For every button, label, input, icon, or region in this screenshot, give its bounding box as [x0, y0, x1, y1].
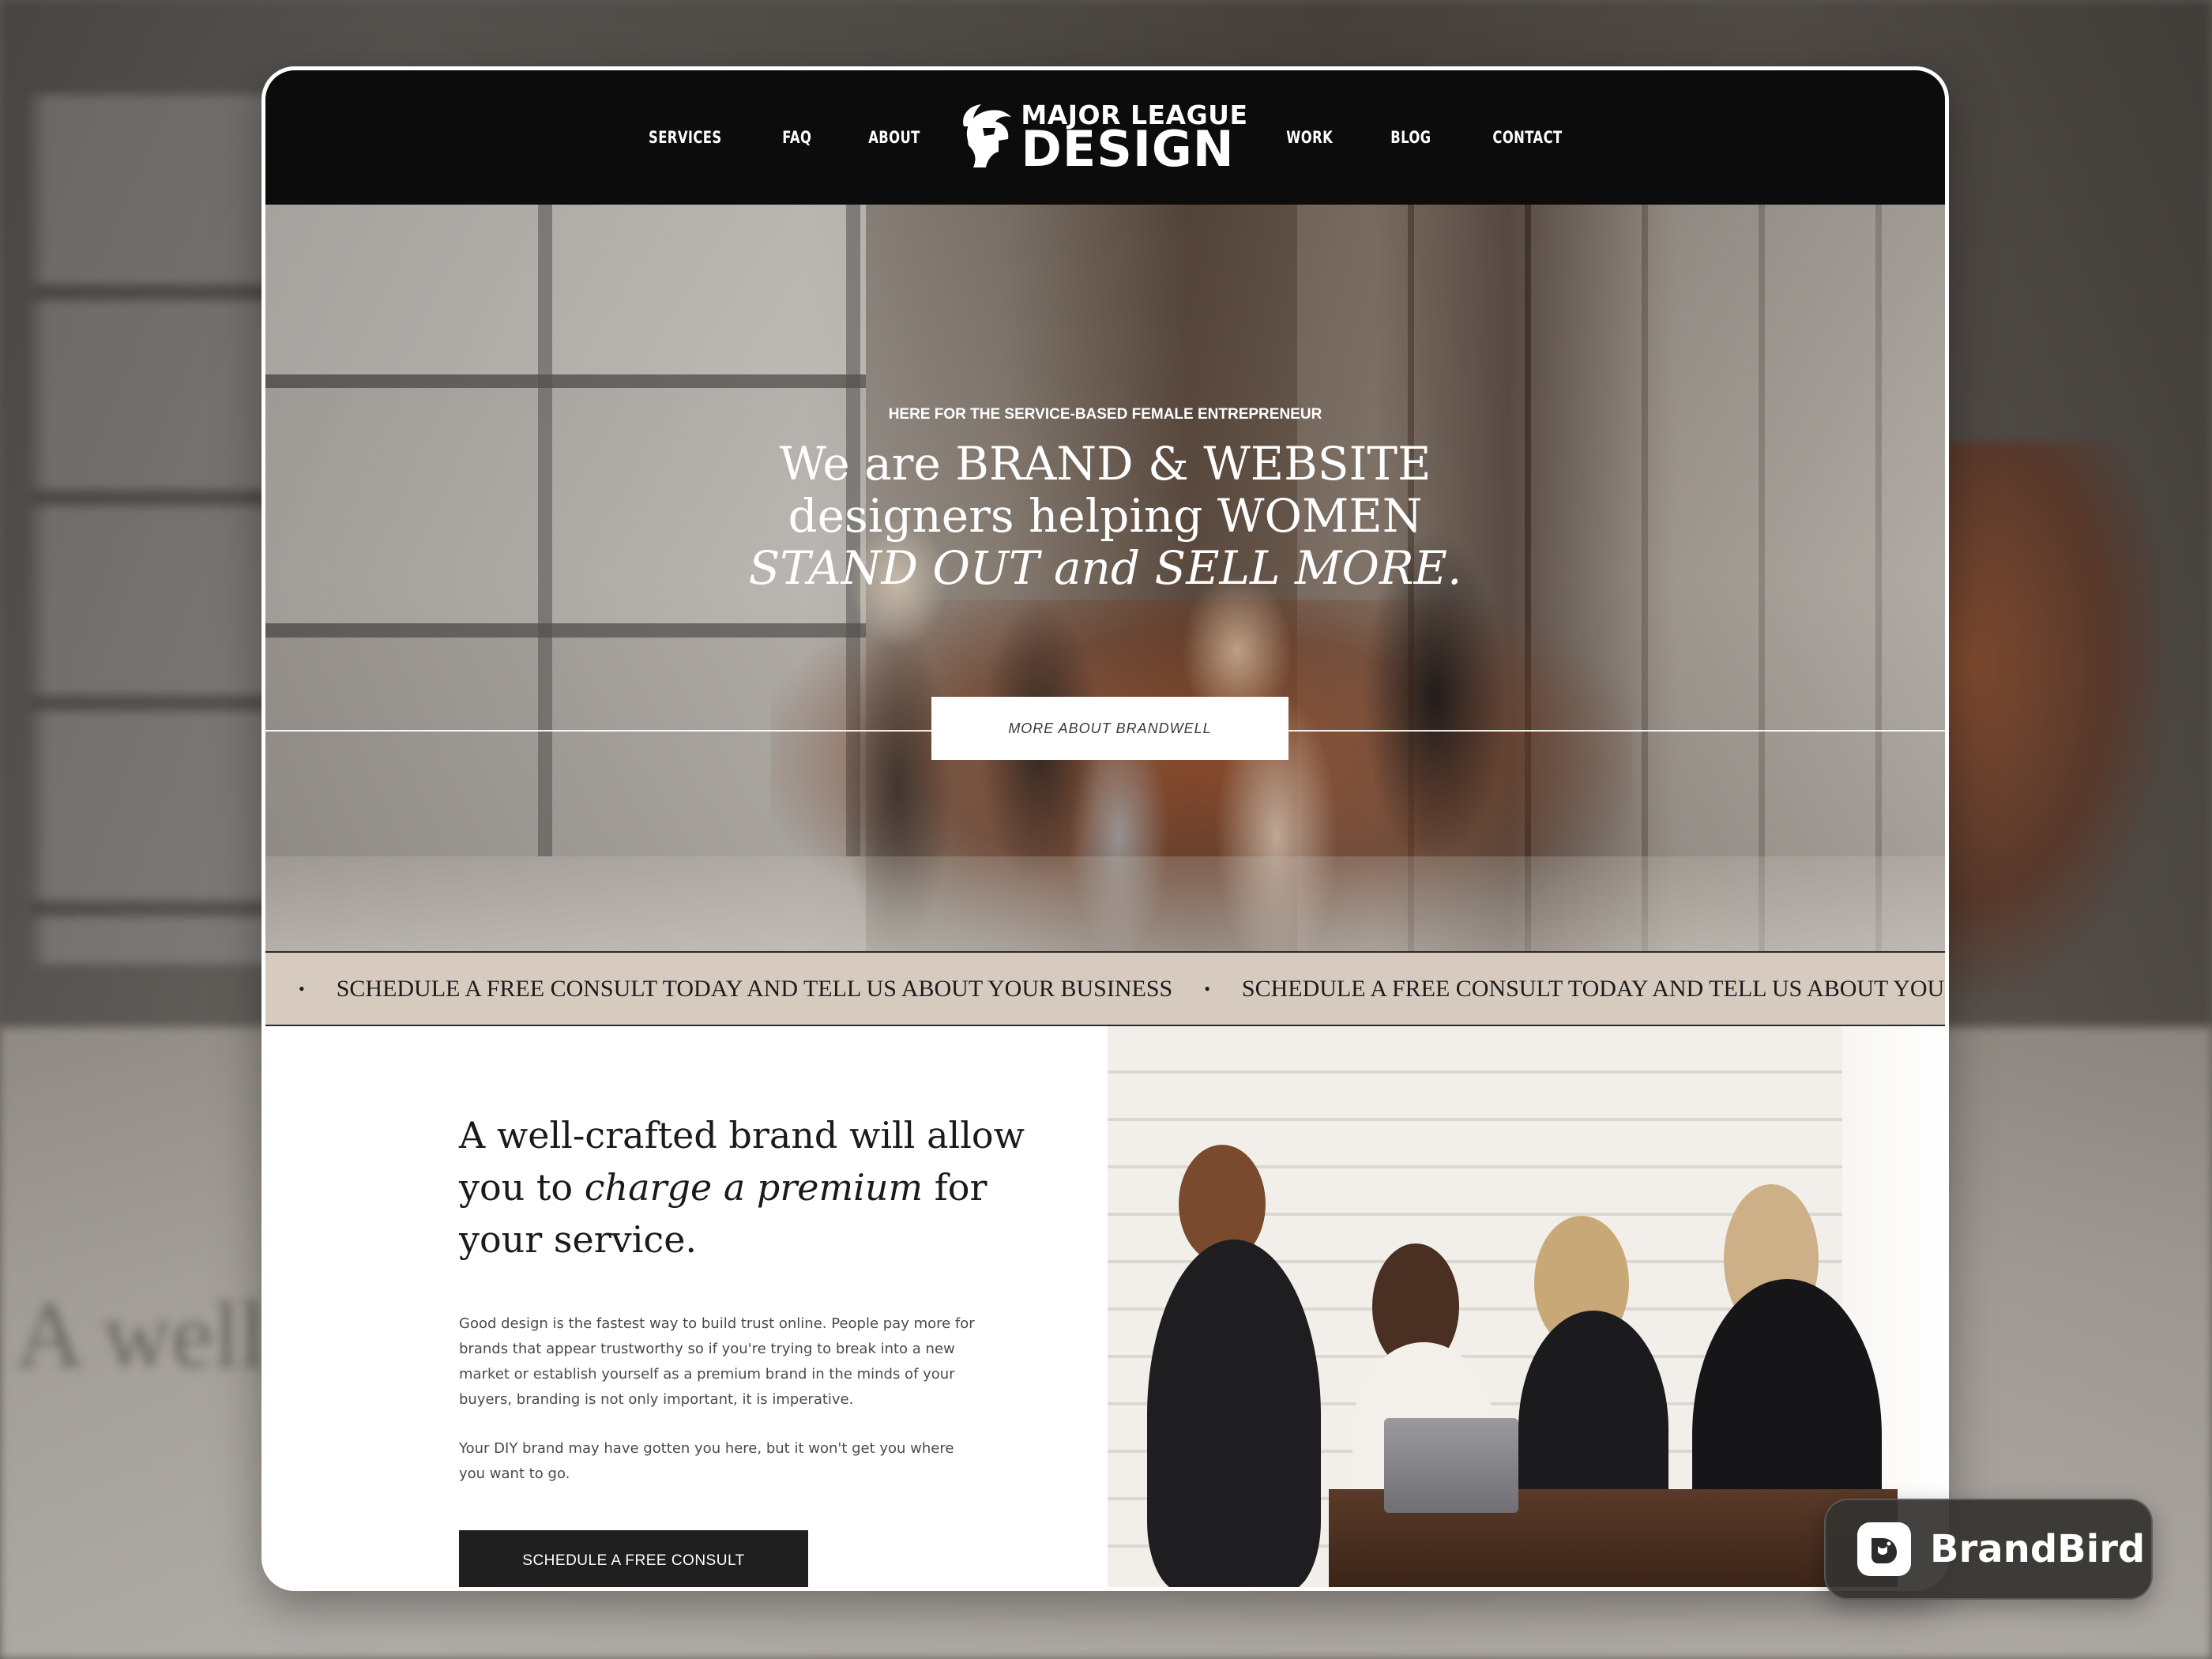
hero-floor: [265, 856, 1945, 951]
hero-title: We are BRAND & WEBSITE designers helping…: [265, 438, 1945, 594]
marquee-text: SCHEDULE A FREE CONSULT TODAY AND TELL U…: [336, 975, 1173, 1002]
hero-content: HERE FOR THE SERVICE-BASED FEMALE ENTREP…: [265, 406, 1945, 594]
bullet-icon: •: [1204, 978, 1210, 999]
heading-italic: charge a premium: [584, 1166, 924, 1209]
marquee-text: SCHEDULE A FREE CONSULT TODAY AND TELL U…: [1241, 975, 1945, 1002]
hero-section: HERE FOR THE SERVICE-BASED FEMALE ENTREP…: [265, 205, 1945, 951]
site-logo[interactable]: MAJOR LEAGUE DESIGN: [959, 102, 1247, 174]
team-photo: [1108, 1026, 1945, 1587]
nav-right: WORK BLOG CONTACT: [1280, 128, 1572, 147]
brandbird-label: BrandBird: [1930, 1527, 2146, 1571]
hero-eyebrow: HERE FOR THE SERVICE-BASED FEMALE ENTREP…: [888, 406, 1322, 423]
logo-bottom-text: DESIGN: [1021, 119, 1235, 178]
section-paragraph: Good design is the fastest way to build …: [459, 1315, 975, 1408]
nav-contact[interactable]: CONTACT: [1492, 128, 1562, 147]
brandbird-logo-icon: [1857, 1522, 1911, 1576]
nav-left: SERVICES FAQ ABOUT: [638, 128, 927, 147]
marquee-item: • SCHEDULE A FREE CONSULT TODAY AND TELL…: [265, 976, 1172, 1003]
backdrop-window: [32, 95, 292, 964]
photo-laptop: [1384, 1418, 1518, 1513]
logo-wordmark: MAJOR LEAGUE DESIGN: [1021, 102, 1247, 174]
hero-title-line1: We are BRAND & WEBSITE: [779, 437, 1431, 491]
bullet-icon: •: [299, 978, 305, 999]
nav-faq[interactable]: FAQ: [782, 128, 811, 147]
brand-value-copy: A well-crafted brand will allow you to c…: [265, 1026, 1108, 1587]
spartan-helmet-icon: [963, 104, 1012, 167]
brandbird-watermark: BrandBird: [1824, 1499, 2153, 1600]
website-preview-card: SERVICES FAQ ABOUT MAJOR LEAGUE DESIGN W…: [261, 66, 1949, 1591]
brand-value-section: A well-crafted brand will allow you to c…: [265, 1026, 1945, 1587]
nav-work[interactable]: WORK: [1286, 128, 1333, 147]
site-navbar: SERVICES FAQ ABOUT MAJOR LEAGUE DESIGN W…: [265, 70, 1945, 205]
more-about-button[interactable]: MORE ABOUT BRANDWELL: [931, 697, 1288, 760]
hero-title-line2: designers helping WOMEN: [788, 489, 1423, 543]
section-heading: A well-crafted brand will allow you to c…: [459, 1109, 1028, 1266]
section-paragraph: Your DIY brand may have gotten you here,…: [459, 1440, 954, 1482]
marquee-item: • SCHEDULE A FREE CONSULT TODAY AND TELL…: [1172, 976, 1945, 1003]
bird-icon: [1872, 1538, 1897, 1563]
nav-blog[interactable]: BLOG: [1390, 128, 1431, 147]
nav-services[interactable]: SERVICES: [649, 128, 722, 147]
nav-about[interactable]: ABOUT: [869, 128, 921, 147]
consult-marquee[interactable]: • SCHEDULE A FREE CONSULT TODAY AND TELL…: [265, 951, 1945, 1026]
hero-title-line3: STAND OUT and SELL MORE.: [748, 541, 1462, 595]
photo-person: [1147, 1240, 1321, 1587]
schedule-consult-button[interactable]: SCHEDULE A FREE CONSULT: [459, 1530, 808, 1587]
